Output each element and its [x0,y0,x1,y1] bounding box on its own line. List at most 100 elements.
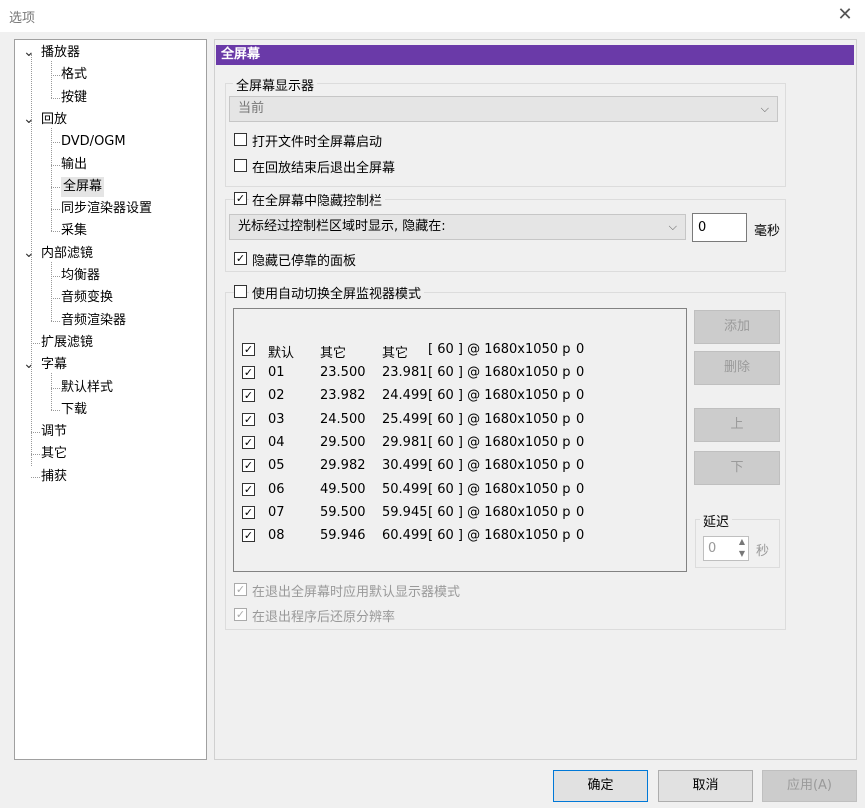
tree-connector [51,320,60,322]
mode-cell: [ 60 ] @ 1680x1050 p [428,411,571,427]
mode-cell: 30.499 [382,458,428,474]
delay-unit: 秒 [756,544,770,559]
tree-connector [51,209,60,211]
tree-connector [51,373,52,410]
tree-connector [51,142,60,144]
mode-row-checkbox[interactable]: ✓ [242,412,255,426]
close-icon[interactable]: ✕ [835,4,855,25]
mode-row-checkbox[interactable]: ✓ [242,366,255,379]
options-tree[interactable]: ⌄ 播放器 格式 按键 ⌄ 回放 DVD/OGM 输出 全屏幕 同步渲染器设置 采集 ⌄ 内部滤镜 均衡器… [14,39,207,760]
tree-item[interactable]: 采集 [61,221,87,241]
mode-cell: 24.500 [320,411,366,427]
tree-item[interactable]: 下载 [61,400,87,420]
mode-row-checkbox[interactable]: ✓ [242,529,255,543]
mode-cell: 50.499 [382,481,428,497]
mode-cell: 其它 [320,346,347,361]
apply-button[interactable]: 应用(A) [762,770,857,802]
monitor-select[interactable]: 当前 ⌵ [229,96,778,122]
mode-row-checkbox[interactable]: ✓ [242,505,255,519]
spin-up-icon[interactable]: ▲ [735,537,749,548]
mode-cell: 08 [268,528,285,544]
mode-cell: 23.982 [320,388,366,404]
mode-cell: 25.499 [382,411,428,427]
mode-row-checkbox[interactable]: ✓ [242,389,255,403]
tree-item[interactable]: 输出 [61,155,87,175]
tree-item[interactable]: 音频变换 [61,288,113,308]
restore-resolution-checkbox[interactable]: ✓ [234,608,247,621]
tree-item[interactable]: 格式 [61,65,87,85]
exit-on-end-checkbox[interactable] [234,159,247,172]
tree-connector [31,432,40,434]
mode-cell: [ 60 ] @ 1680x1050 p [428,458,571,474]
tree-connector [51,261,52,321]
launch-fullscreen-checkbox[interactable] [234,133,247,146]
monitor-select-value: 当前 [238,101,265,116]
tree-connector [51,186,60,188]
tree-item[interactable]: 音频渲染器 [61,311,126,331]
mode-cell: 0 [576,411,585,427]
mode-cell: 29.982 [320,458,366,474]
auto-switch-checkbox[interactable] [234,285,247,298]
tree-item[interactable]: 播放器 [41,43,80,63]
mode-row-checkbox[interactable]: ✓ [242,435,255,449]
hide-controls-checkbox[interactable]: ✓ [234,192,247,205]
mode-row-checkbox[interactable]: ✓ [242,459,255,473]
tree-connector [51,387,60,389]
hide-delay-input[interactable]: 0 [692,213,747,242]
mode-cell: 06 [268,481,285,497]
tree-item[interactable]: 按键 [61,88,87,108]
hide-delay-unit: 毫秒 [754,224,781,239]
mode-row-checkbox[interactable]: ✓ [242,482,255,496]
delay-value: 0 [708,541,717,556]
hide-docked-label: 隐藏已停靠的面板 [252,254,357,269]
tree-item[interactable]: 同步渲染器设置 [61,199,152,219]
tree-item[interactable]: 默认样式 [61,378,113,398]
mode-cell: 07 [268,504,285,520]
mode-cell: 0 [576,342,585,357]
tree-connector [31,342,40,344]
mode-cell: 59.945 [382,504,428,520]
spin-down-icon[interactable]: ▼ [735,549,749,560]
mode-list[interactable]: ✓ 默认 其它 其它 [ 60 ] @ 1680x1050 p 0 ✓ 01 23.500 23.… [233,308,687,572]
restore-default-label: 在退出全屏幕时应用默认显示器模式 [252,585,461,600]
tree-item[interactable]: 其它 [41,444,67,464]
tree-item[interactable]: 内部滤镜 [41,244,93,264]
ok-button[interactable]: 确定 [553,770,648,802]
tree-item[interactable]: 字幕 [41,355,67,375]
tree-item[interactable]: 调节 [41,422,67,442]
hide-docked-checkbox[interactable]: ✓ [234,252,247,265]
mode-cell: 49.500 [320,481,366,497]
tree-connector [31,476,40,478]
tree-item[interactable]: 全屏幕 [61,176,105,197]
tree-connector [51,298,60,300]
remove-button[interactable]: 删除 [694,351,780,385]
mode-row-checkbox[interactable]: ✓ [242,343,255,356]
tree-item[interactable]: 均衡器 [61,266,100,286]
cancel-button[interactable]: 取消 [658,770,753,802]
mode-cell: 23.981 [382,365,428,380]
mode-cell: [ 60 ] @ 1680x1050 p [428,528,571,544]
mode-cell: 0 [576,504,585,520]
move-down-button[interactable]: 下 [694,451,780,485]
mode-cell: 0 [576,481,585,497]
mode-cell: [ 60 ] @ 1680x1050 p [428,481,571,497]
tree-connector [51,409,60,411]
hide-controls-mode-select[interactable]: 光标经过控制栏区域时显示, 隐藏在: ⌵ [229,214,686,240]
tree-item[interactable]: 捕获 [41,467,67,487]
move-up-button[interactable]: 上 [694,408,780,442]
mode-cell: 0 [576,528,585,544]
tree-item[interactable]: 扩展滤镜 [41,333,93,353]
restore-default-checkbox[interactable]: ✓ [234,583,247,596]
delay-spinner[interactable]: 0 ▲ ▼ [703,536,749,561]
mode-cell: 0 [576,434,585,450]
tree-connector [31,54,32,466]
chevron-down-icon: ⌵ [668,220,677,233]
add-button[interactable]: 添加 [694,310,780,344]
auto-switch-label: 使用自动切换全屏监视器模式 [249,283,425,302]
mode-cell: 24.499 [382,388,428,404]
tree-item[interactable]: DVD/OGM [61,132,126,152]
mode-cell: 23.500 [320,365,366,380]
tree-connector [51,164,60,166]
tree-item[interactable]: 回放 [41,110,67,130]
mode-cell: 29.500 [320,434,366,450]
